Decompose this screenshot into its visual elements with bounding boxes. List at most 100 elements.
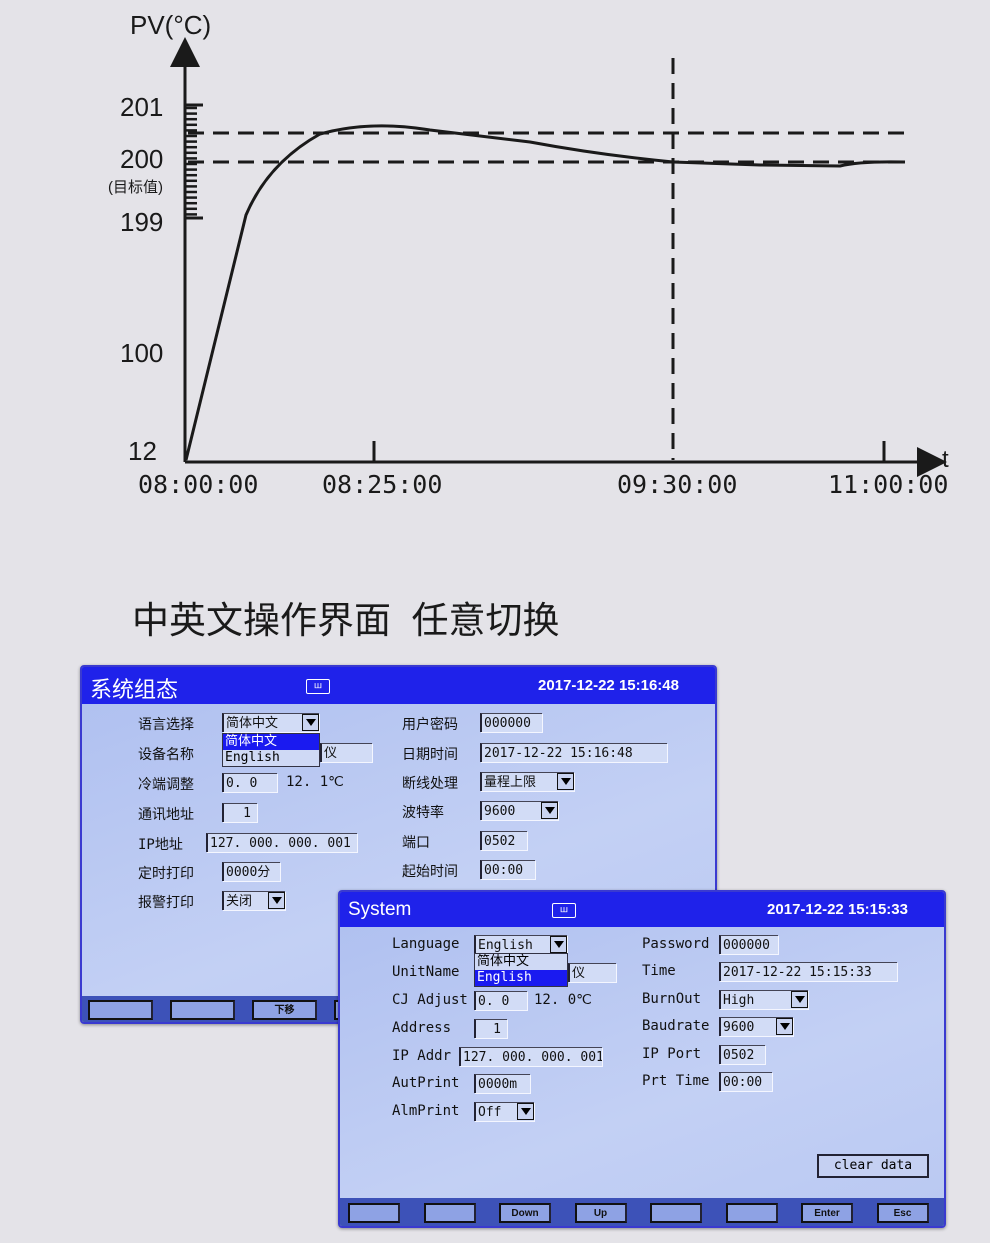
language-dropdown-list[interactable]: 简体中文 English <box>474 953 568 987</box>
field-label: AlmPrint <box>392 1103 460 1119</box>
language-option[interactable]: English <box>223 750 319 766</box>
field-value: 0502 <box>484 834 516 849</box>
field-value: 00:00 <box>723 1075 763 1090</box>
start-time-field[interactable]: 00:00 <box>480 860 535 879</box>
softkey-up[interactable]: Up <box>574 1203 627 1223</box>
baudrate-select[interactable]: 9600 <box>719 1017 793 1036</box>
datetime-field[interactable]: 2017-12-22 15:16:48 <box>480 743 667 762</box>
time-field[interactable]: 2017-12-22 15:15:33 <box>719 962 897 981</box>
softkey-down[interactable]: Down <box>499 1203 551 1223</box>
dropdown-arrow-icon[interactable] <box>268 892 285 909</box>
print-time-field[interactable]: 00:00 <box>719 1072 772 1091</box>
clear-data-button[interactable]: clear data <box>817 1154 929 1178</box>
field-label: IP地址 <box>138 837 183 853</box>
port-field[interactable]: 0502 <box>480 831 527 850</box>
device-name-field[interactable]: 仪 <box>320 743 372 762</box>
address-field[interactable]: 1 <box>222 803 257 822</box>
field-value: 9600 <box>723 1020 755 1035</box>
x-tick: 09:30:00 <box>617 470 738 499</box>
field-label: IP Addr <box>392 1048 452 1064</box>
pv-curve <box>184 124 906 461</box>
softkey-blank[interactable] <box>348 1203 400 1223</box>
field-label: BurnOut <box>642 991 702 1007</box>
field-value: 2017-12-22 15:16:48 <box>484 746 633 761</box>
softkey-blank[interactable] <box>170 1000 235 1020</box>
y-tick-201: 201 <box>120 92 164 122</box>
field-label: 定时打印 <box>138 866 194 882</box>
password-field[interactable]: 000000 <box>719 935 778 954</box>
y-tick-100: 100 <box>120 338 164 368</box>
dropdown-arrow-icon[interactable] <box>550 936 567 953</box>
field-value: 2017-12-22 15:15:33 <box>723 965 872 980</box>
cj-adjust-field[interactable]: 0. 0 <box>474 991 527 1010</box>
address-field[interactable]: 1 <box>474 1019 507 1038</box>
password-field[interactable]: 000000 <box>480 713 542 732</box>
field-label: 冷端调整 <box>138 777 194 793</box>
unit-name-field[interactable]: 仪 <box>568 963 616 982</box>
field-label: Address <box>392 1020 452 1036</box>
select-value: Off <box>478 1105 502 1120</box>
field-label: Prt Time <box>642 1073 710 1089</box>
y-tick-200: 200 <box>120 144 164 174</box>
screen-title: 系统组态 <box>90 677 179 702</box>
x-tick: 08:00:00 <box>138 470 259 499</box>
language-select[interactable]: 简体中文 <box>222 713 319 732</box>
softkey-下移[interactable]: 下移 <box>252 1000 317 1020</box>
field-label: Time <box>642 963 676 979</box>
dropdown-arrow-icon[interactable] <box>557 773 574 790</box>
language-option[interactable]: English <box>475 970 567 986</box>
auto-print-field[interactable]: 0000m <box>474 1074 530 1093</box>
target-note: (目标值) <box>108 179 163 196</box>
ip-address-field[interactable]: 127. 000. 000. 001 <box>459 1047 602 1066</box>
ip-port-field[interactable]: 0502 <box>719 1045 765 1064</box>
field-label: Password <box>642 936 710 952</box>
dropdown-arrow-icon[interactable] <box>791 991 808 1008</box>
dropdown-arrow-icon[interactable] <box>541 802 558 819</box>
softkey-blank[interactable] <box>423 1203 476 1223</box>
language-option[interactable]: 简体中文 <box>475 954 567 970</box>
field-label: IP Port <box>642 1046 702 1062</box>
baudrate-select[interactable]: 9600 <box>480 801 558 820</box>
field-label: Baudrate <box>642 1018 710 1034</box>
language-option[interactable]: 简体中文 <box>223 734 319 750</box>
timed-print-field[interactable]: 0000分 <box>222 862 280 881</box>
alarm-print-select[interactable]: 关闭 <box>222 891 285 910</box>
cold-junction-reading: 12. 1℃ <box>286 774 344 790</box>
field-value: 0502 <box>723 1048 755 1063</box>
cold-junction-reading: 12. 0℃ <box>534 992 592 1008</box>
field-label: 断线处理 <box>402 776 458 792</box>
softkey-enter[interactable]: Enter <box>801 1203 853 1223</box>
headline: 中英文操作界面 任意切换 <box>132 600 560 641</box>
softkey-blank[interactable] <box>725 1203 778 1223</box>
field-label: 语言选择 <box>138 717 194 733</box>
field-value: 000000 <box>484 716 531 731</box>
field-label: 通讯地址 <box>138 807 194 823</box>
select-value: 简体中文 <box>226 716 279 731</box>
dropdown-arrow-icon[interactable] <box>302 714 319 731</box>
alarm-print-select[interactable]: Off <box>474 1102 534 1121</box>
dropdown-arrow-icon[interactable] <box>517 1103 534 1120</box>
language-dropdown-list[interactable]: 简体中文 English <box>222 733 320 767</box>
field-label: 端口 <box>402 835 430 851</box>
burnout-select[interactable]: High <box>719 990 808 1009</box>
field-value: High <box>723 993 755 1008</box>
wave-icon: ꟺ <box>552 903 576 918</box>
softkey-esc[interactable]: Esc <box>876 1203 929 1223</box>
ip-address-field[interactable]: 127. 000. 000. 001 <box>206 833 357 852</box>
y-tick-12: 12 <box>128 436 157 466</box>
x-tick: 11:00:00 <box>828 470 949 499</box>
y-tick-199: 199 <box>120 207 164 237</box>
datetime: 2017-12-22 15:15:33 <box>767 901 908 918</box>
softkey-blank[interactable] <box>88 1000 153 1020</box>
field-label: CJ Adjust <box>392 992 468 1008</box>
softkey-blank[interactable] <box>650 1203 702 1223</box>
field-label: UnitName <box>392 964 460 980</box>
cold-junction-field[interactable]: 0. 0 <box>222 773 277 792</box>
burnout-select[interactable]: 量程上限 <box>480 772 574 791</box>
language-select[interactable]: English <box>474 935 567 954</box>
y-axis-title: PV(°C) <box>130 10 212 40</box>
dropdown-arrow-icon[interactable] <box>776 1018 793 1035</box>
title-bar: 系统组态 ꟺ 2017-12-22 15:16:48 <box>82 667 715 704</box>
field-label: Language <box>392 936 460 952</box>
select-value: 关闭 <box>226 894 253 909</box>
